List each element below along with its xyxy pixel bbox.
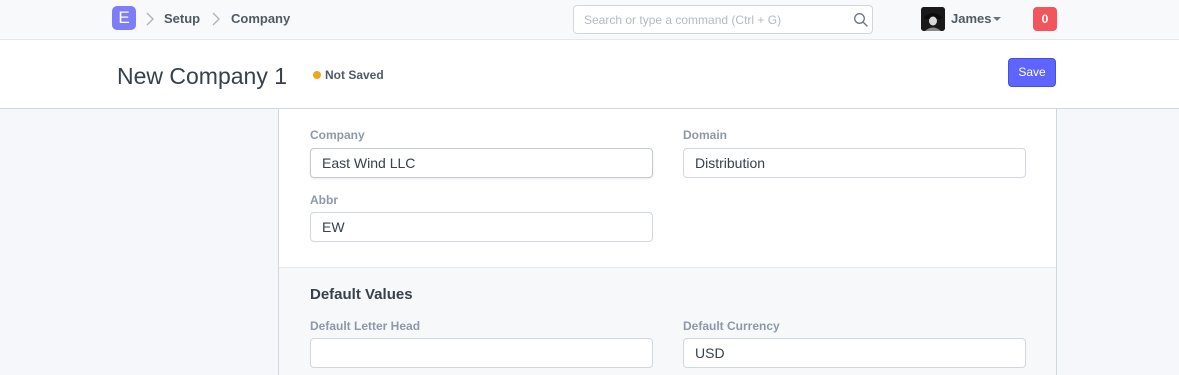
currency-label: Default Currency [683,319,780,333]
save-button[interactable]: Save [1008,58,1056,87]
search-icon[interactable] [853,12,869,28]
avatar[interactable] [921,7,945,31]
letter-head-label: Default Letter Head [310,319,421,333]
caret-down-icon[interactable] [993,17,1001,21]
letter-head-field[interactable] [310,338,653,368]
domain-field[interactable] [683,148,1026,178]
page-head: New Company 1 Not Saved Save [0,40,1179,109]
navbar: E Setup Company James 0 [0,0,1179,40]
user-name[interactable]: James [951,11,991,27]
search-box [573,5,873,34]
company-field[interactable] [310,148,653,178]
default-values-section: Default Values Default Letter Head Defau… [279,267,1056,375]
status-indicator-dot [313,71,321,79]
breadcrumb-company[interactable]: Company [231,11,290,27]
notification-badge[interactable]: 0 [1033,7,1057,31]
form-card: Company Domain Abbr Default Values Defau… [278,109,1057,375]
breadcrumb-setup[interactable]: Setup [164,11,200,27]
abbr-label: Abbr [310,193,338,207]
chevron-right-icon [212,12,220,26]
user-avatar-icon [921,7,945,31]
domain-label: Domain [683,128,728,142]
page-title: New Company 1 [117,63,288,89]
section-title: Default Values [310,286,413,303]
currency-field[interactable] [683,338,1026,368]
search-input[interactable] [584,12,844,28]
status-badge: Not Saved [325,68,384,82]
company-label: Company [310,128,365,142]
app-logo[interactable]: E [112,6,136,30]
chevron-right-icon [146,12,154,26]
abbr-field[interactable] [310,212,653,242]
